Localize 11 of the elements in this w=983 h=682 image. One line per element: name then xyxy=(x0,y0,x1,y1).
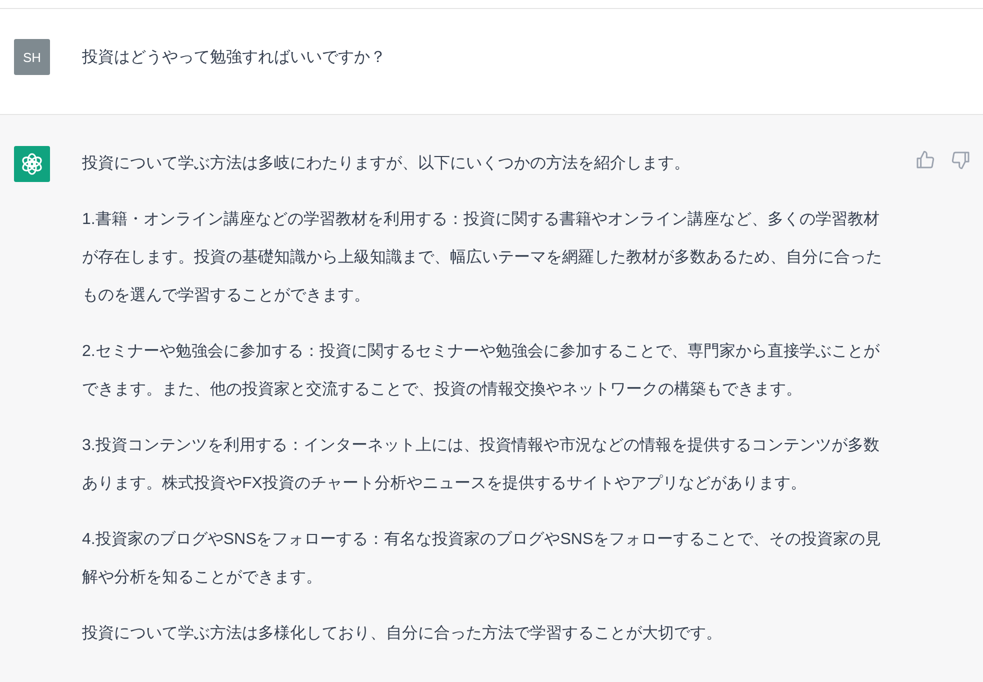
question-text: 投資はどうやって勉強すればいいですか？ xyxy=(82,48,386,68)
assistant-logo-icon xyxy=(14,146,50,182)
answer-paragraph: 4.投資家のブログやSNSをフォローする：有名な投資家のブログやSNSをフォローすることで、その投資家の見解や分析を知ることができます。 xyxy=(82,530,882,588)
answer-paragraph: 投資について学ぶ方法は多様化しており、自分に合った方法で学習することが大切です。 xyxy=(82,624,723,644)
answer-paragraph: 1.書籍・オンライン講座などの学習教材を利用する：投資に関する書籍やオンライン講座など、多くの学習教材が存在します。投資の基礎知識から上級知識まで、幅広いテーマを網羅した教材が多数あるため、自分に合ったものを選んで学習することができます。 xyxy=(82,210,883,306)
answer-paragraph: 3.投資コンテンツを利用する：インターネット上には、投資情報や市況などの情報を提供するコンテンツが多数あります。株式投資やFX投資のチャート分析やニュースを提供するサイトやアプリなどがあります。 xyxy=(82,436,880,494)
answer-paragraph: 投資について学ぶ方法は多岐にわたりますが、以下にいくつかの方法を紹介します。 xyxy=(82,154,691,174)
answer-paragraph: 2.セミナーや勉強会に参加する：投資に関するセミナーや勉強会に参加することで、専門家から直接学ぶことができます。また、他の投資家と交流することで、投資の情報交換やネットワークの構築もできます。 xyxy=(82,342,881,400)
user-avatar: SH xyxy=(14,39,50,75)
thumbs-up-icon[interactable] xyxy=(915,150,935,170)
thumbs-down-icon[interactable] xyxy=(951,150,971,170)
